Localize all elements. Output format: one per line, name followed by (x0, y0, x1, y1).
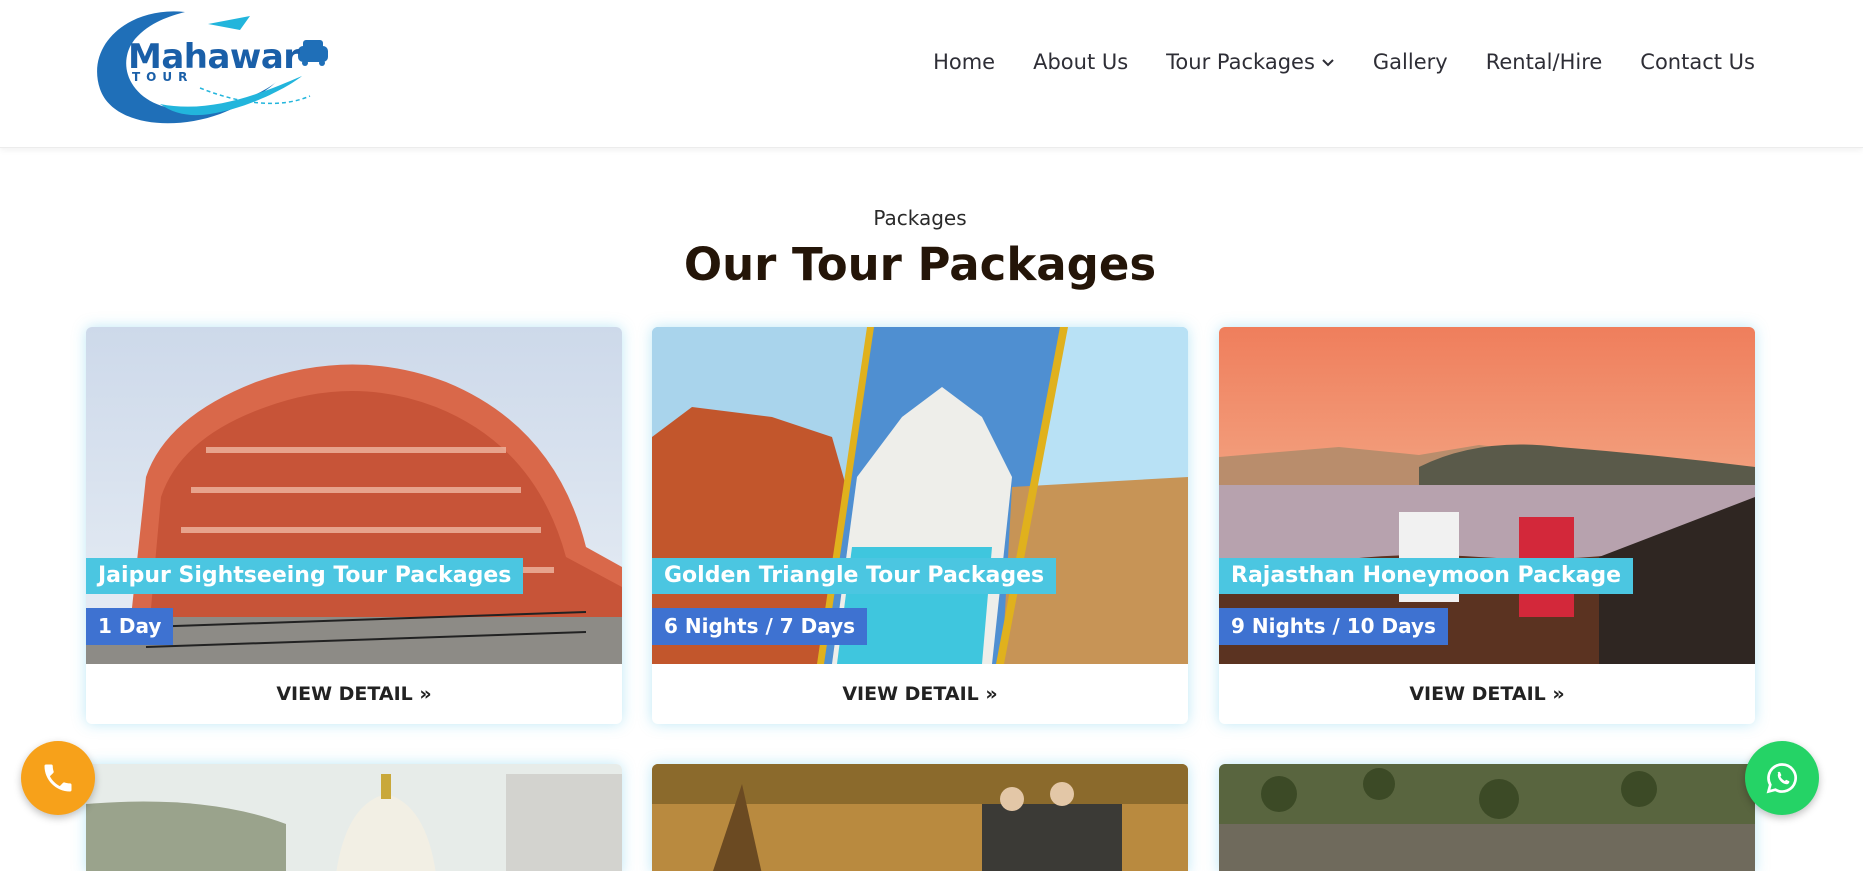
site-logo[interactable]: Mahawar TOUR (90, 4, 335, 129)
whatsapp-icon (1766, 763, 1797, 794)
package-image-safari (652, 764, 1188, 871)
nav-about-us[interactable]: About Us (1033, 50, 1128, 74)
nav-rental-hire[interactable]: Rental/Hire (1486, 50, 1603, 74)
nav-tour-packages[interactable]: Tour Packages (1166, 50, 1335, 74)
logo-subtext: TOUR (132, 70, 194, 84)
view-detail-button[interactable]: VIEW DETAIL » (86, 664, 622, 724)
view-detail-button[interactable]: VIEW DETAIL » (652, 664, 1188, 724)
call-button[interactable] (21, 741, 95, 815)
package-name-tag: Golden Triangle Tour Packages (652, 558, 1057, 594)
main-nav: Home About Us Tour Packages Gallery Rent… (933, 50, 1755, 74)
package-card-partial[interactable] (652, 764, 1188, 871)
nav-about-us-label: About Us (1033, 50, 1129, 74)
view-detail-button[interactable]: VIEW DETAIL » (1219, 664, 1755, 724)
package-card[interactable]: Golden Triangle Tour Packages 6 Nights /… (652, 327, 1188, 724)
package-duration-tag: 1 Day (86, 608, 174, 645)
site-header: Mahawar TOUR Home About Us Tour Packages… (0, 0, 1863, 148)
package-card[interactable]: Rajasthan Honeymoon Package 9 Nights / 1… (1219, 327, 1755, 724)
package-image-golden-triangle: Golden Triangle Tour Packages 6 Nights /… (652, 327, 1188, 664)
chevron-down-icon (1322, 59, 1334, 67)
nav-gallery[interactable]: Gallery (1373, 50, 1448, 74)
package-card-partial[interactable] (86, 764, 622, 871)
package-card-partial[interactable] (1219, 764, 1755, 871)
package-card[interactable]: Jaipur Sightseeing Tour Packages 1 Day V… (86, 327, 622, 724)
package-name-tag: Rajasthan Honeymoon Package (1219, 558, 1634, 594)
whatsapp-button[interactable] (1745, 741, 1819, 815)
nav-rental-hire-label: Rental/Hire (1485, 50, 1603, 74)
package-image-landscape (1219, 764, 1755, 871)
nav-tour-packages-label: Tour Packages (1166, 50, 1315, 74)
nav-home-label: Home (933, 50, 996, 74)
package-name-tag: Jaipur Sightseeing Tour Packages (86, 558, 524, 594)
nav-home[interactable]: Home (933, 50, 995, 74)
phone-icon (44, 764, 72, 792)
package-image-honeymoon: Rajasthan Honeymoon Package 9 Nights / 1… (1219, 327, 1755, 664)
package-image-hawa-mahal: Jaipur Sightseeing Tour Packages 1 Day (86, 327, 622, 664)
nav-gallery-label: Gallery (1372, 50, 1448, 74)
package-image-ajmer (86, 764, 622, 871)
package-duration-tag: 9 Nights / 10 Days (1219, 608, 1448, 645)
section-title: Our Tour Packages (683, 238, 1157, 291)
nav-contact-us-label: Contact Us (1640, 50, 1755, 74)
section-kicker: Packages (873, 206, 967, 230)
package-duration-tag: 6 Nights / 7 Days (652, 608, 868, 645)
nav-contact-us[interactable]: Contact Us (1640, 50, 1755, 74)
